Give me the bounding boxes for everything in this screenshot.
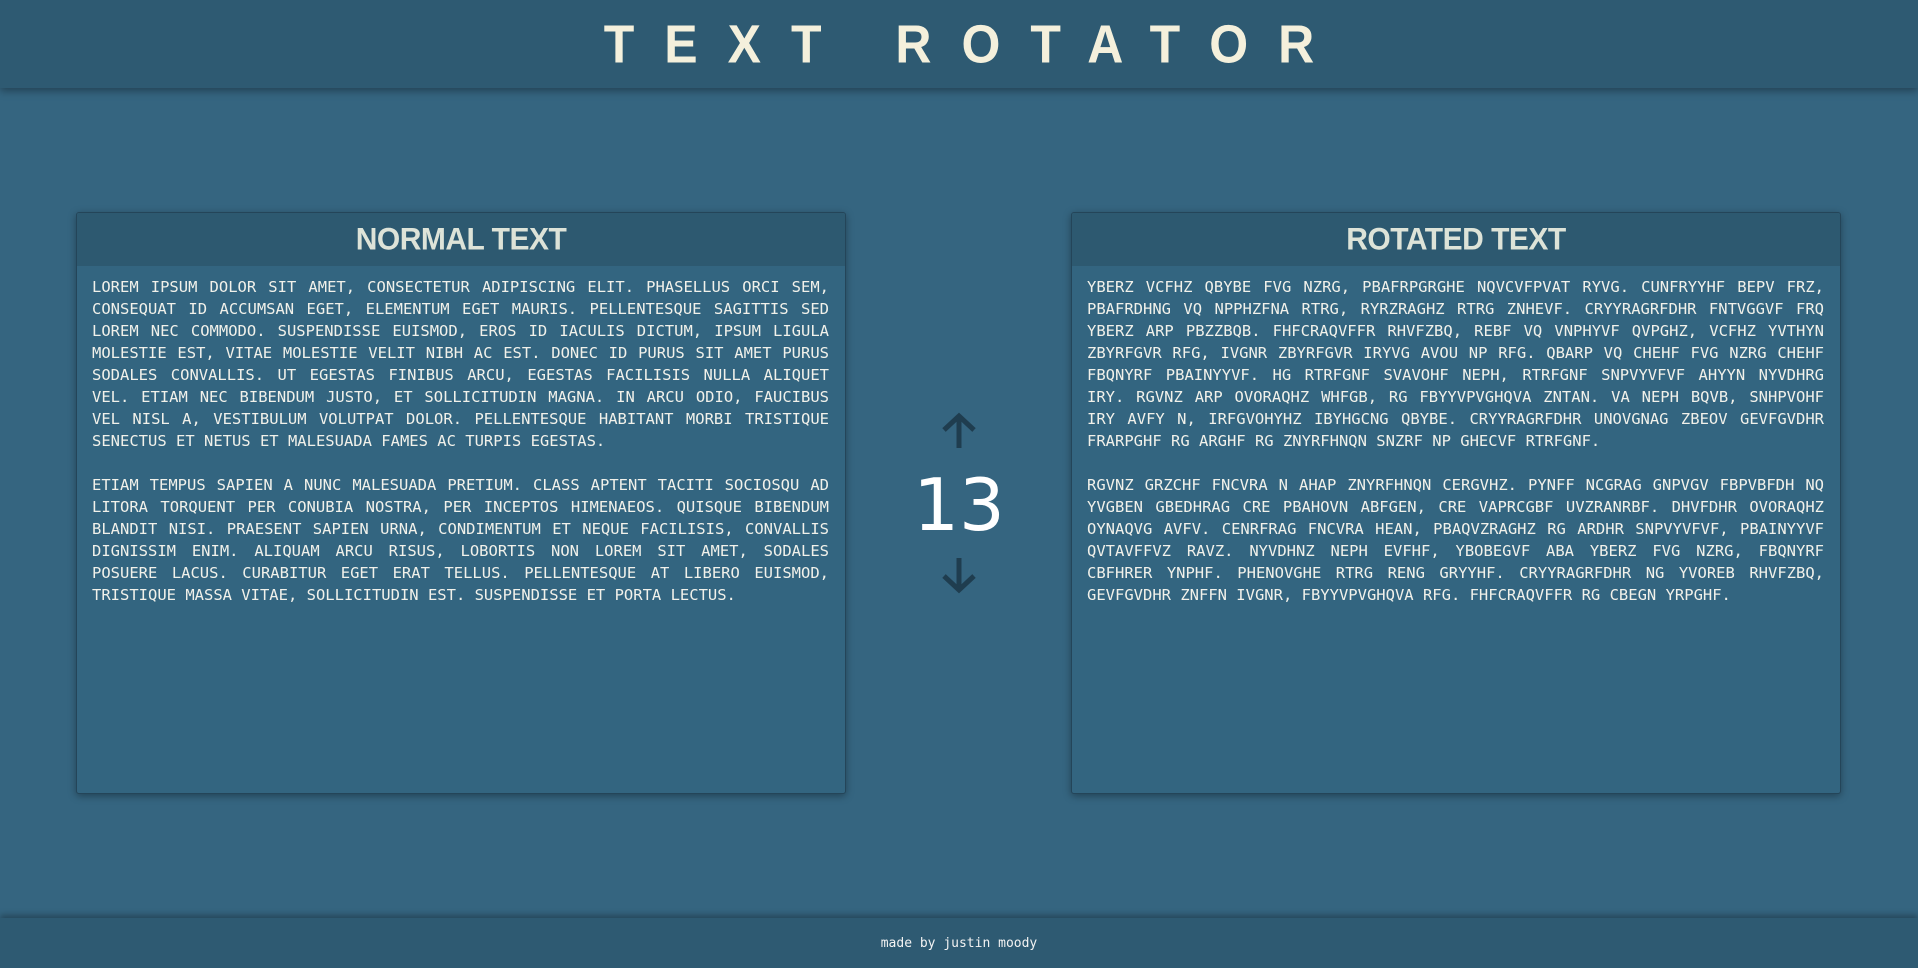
normal-paragraph-2: ETIAM TEMPUS SAPIEN A NUNC MALESUADA PRE… [92, 476, 829, 604]
arrow-down-icon[interactable] [938, 554, 980, 596]
rotated-text-output: YBERZ VCFHZ QBYBE FVG NZRG, PBAFRPGRGHE … [1072, 266, 1840, 606]
app-header: TEXT ROTATOR [0, 0, 1918, 88]
footer-credit: made by justin moody [880, 935, 1038, 951]
normal-text-input[interactable]: LOREM IPSUM DOLOR SIT AMET, CONSECTETUR … [77, 266, 845, 606]
normal-text-panel: NORMAL TEXT LOREM IPSUM DOLOR SIT AMET, … [76, 212, 846, 794]
rotation-control: 13 [904, 410, 1014, 600]
normal-text-title: NORMAL TEXT [355, 221, 567, 257]
rotated-paragraph-1: YBERZ VCFHZ QBYBE FVG NZRG, PBAFRPGRGHE … [1087, 278, 1824, 450]
page-footer: made by justin moody [0, 918, 1918, 968]
rotation-value: 13 [913, 463, 1005, 547]
arrow-up-icon[interactable] [938, 410, 980, 452]
normal-text-header: NORMAL TEXT [77, 213, 845, 266]
rotated-text-panel: ROTATED TEXT YBERZ VCFHZ QBYBE FVG NZRG,… [1071, 212, 1841, 794]
normal-paragraph-1: LOREM IPSUM DOLOR SIT AMET, CONSECTETUR … [92, 278, 829, 450]
rotated-text-header: ROTATED TEXT [1072, 213, 1840, 266]
app-title: TEXT ROTATOR [603, 13, 1345, 75]
rotated-text-title: ROTATED TEXT [1346, 221, 1566, 257]
rotated-paragraph-2: RGVNZ GRZCHF FNCVRA N AHAP ZNYRFHNQN CER… [1087, 476, 1824, 604]
